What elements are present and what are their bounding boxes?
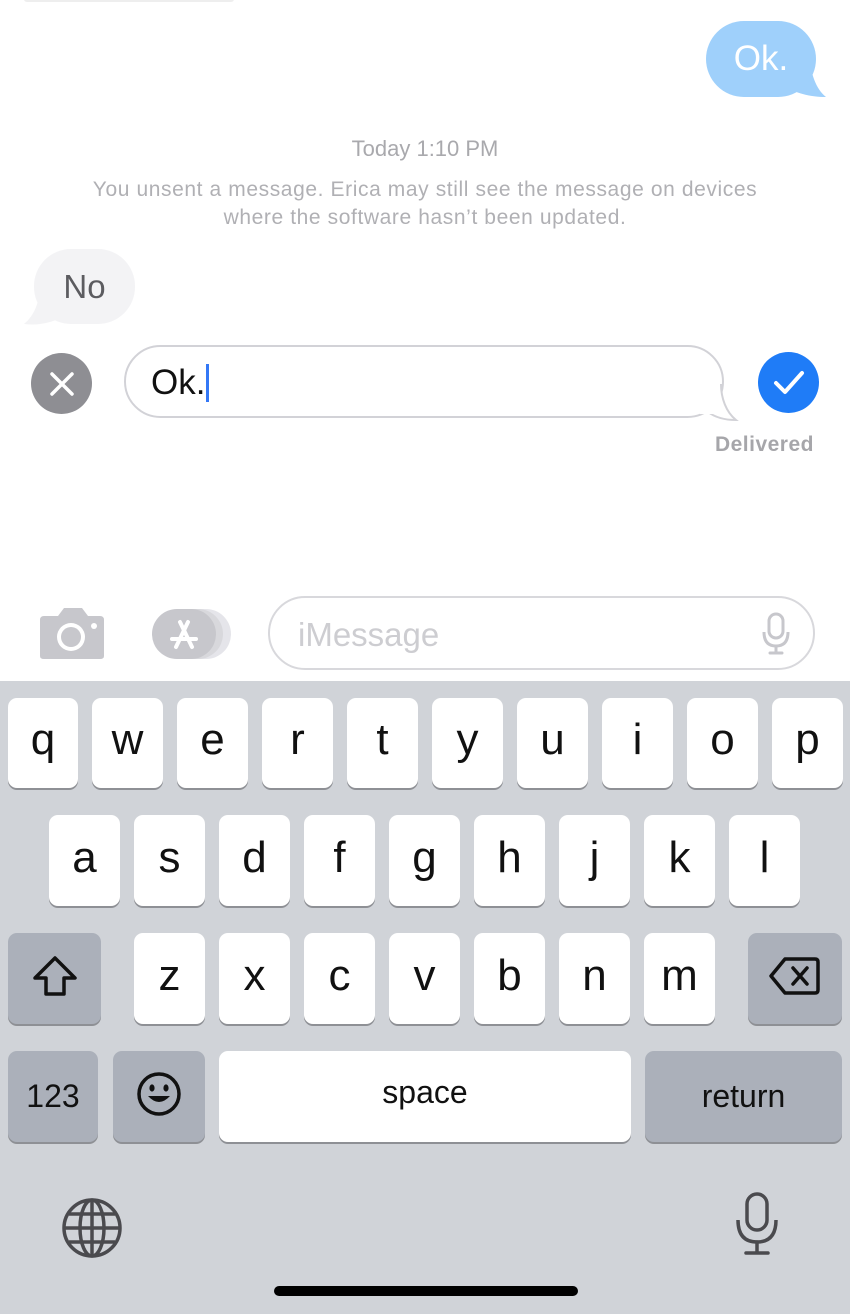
key-y[interactable]: y (432, 698, 503, 788)
key-b[interactable]: b (474, 933, 545, 1024)
return-key[interactable]: return (645, 1051, 842, 1142)
globe-icon[interactable] (60, 1196, 124, 1260)
key-f[interactable]: f (304, 815, 375, 906)
key-z[interactable]: z (134, 933, 205, 1024)
app-store-button[interactable] (151, 608, 233, 660)
received-message-bubble[interactable]: No (34, 249, 135, 324)
numbers-key[interactable]: 123 (8, 1051, 98, 1142)
key-t[interactable]: t (347, 698, 418, 788)
home-indicator[interactable] (274, 1286, 578, 1296)
close-icon (49, 371, 74, 396)
camera-icon (40, 608, 104, 659)
key-x[interactable]: x (219, 933, 290, 1024)
key-l[interactable]: l (729, 815, 800, 906)
delete-key[interactable] (748, 933, 842, 1024)
key-j[interactable]: j (559, 815, 630, 906)
shift-icon (32, 955, 77, 996)
key-c[interactable]: c (304, 933, 375, 1024)
key-e[interactable]: e (177, 698, 248, 788)
key-m[interactable]: m (644, 933, 715, 1024)
previous-message-fragment (24, 0, 234, 2)
edit-message-field[interactable]: Ok. (124, 345, 724, 418)
camera-button[interactable] (38, 606, 106, 660)
dictation-mic-icon[interactable] (734, 1192, 780, 1256)
key-h[interactable]: h (474, 815, 545, 906)
imessage-input[interactable]: iMessage (268, 596, 815, 670)
key-k[interactable]: k (644, 815, 715, 906)
cancel-edit-button[interactable] (31, 353, 92, 414)
edit-message-text-wrap: Ok. (151, 363, 210, 402)
key-p[interactable]: p (772, 698, 843, 788)
key-i[interactable]: i (602, 698, 673, 788)
app-store-icon (152, 609, 231, 659)
checkmark-icon (773, 370, 804, 394)
key-o[interactable]: o (687, 698, 758, 788)
sent-message-bubble[interactable]: Ok. (706, 21, 816, 97)
timestamp-time: 1:10 PM (416, 136, 499, 161)
imessage-placeholder: iMessage (298, 616, 440, 653)
backspace-icon (769, 956, 820, 995)
delivered-status: Delivered (714, 433, 814, 456)
key-w[interactable]: w (92, 698, 163, 788)
microphone-icon[interactable] (761, 612, 791, 656)
key-d[interactable]: d (219, 815, 290, 906)
key-q[interactable]: q (8, 698, 78, 788)
key-a[interactable]: a (49, 815, 120, 906)
space-key[interactable]: space (219, 1051, 631, 1142)
unsent-notice: You unsent a message. Erica may still se… (92, 178, 758, 229)
key-v[interactable]: v (389, 933, 460, 1024)
key-s[interactable]: s (134, 815, 205, 906)
shift-key[interactable] (8, 933, 101, 1024)
message-timestamp: Today 1:10 PM (0, 136, 850, 162)
emoji-key[interactable] (113, 1051, 205, 1142)
key-r[interactable]: r (262, 698, 333, 788)
text-caret (206, 364, 210, 402)
key-u[interactable]: u (517, 698, 588, 788)
confirm-edit-button[interactable] (758, 352, 819, 413)
timestamp-day: Today (351, 136, 411, 161)
key-g[interactable]: g (389, 815, 460, 906)
edit-message-text: Ok. (151, 363, 206, 402)
key-n[interactable]: n (559, 933, 630, 1024)
edit-bubble-tail (700, 384, 739, 422)
keyboard: q w e r t y u i o p a s d f g h j k l z … (0, 681, 850, 1314)
emoji-icon (137, 1071, 181, 1116)
